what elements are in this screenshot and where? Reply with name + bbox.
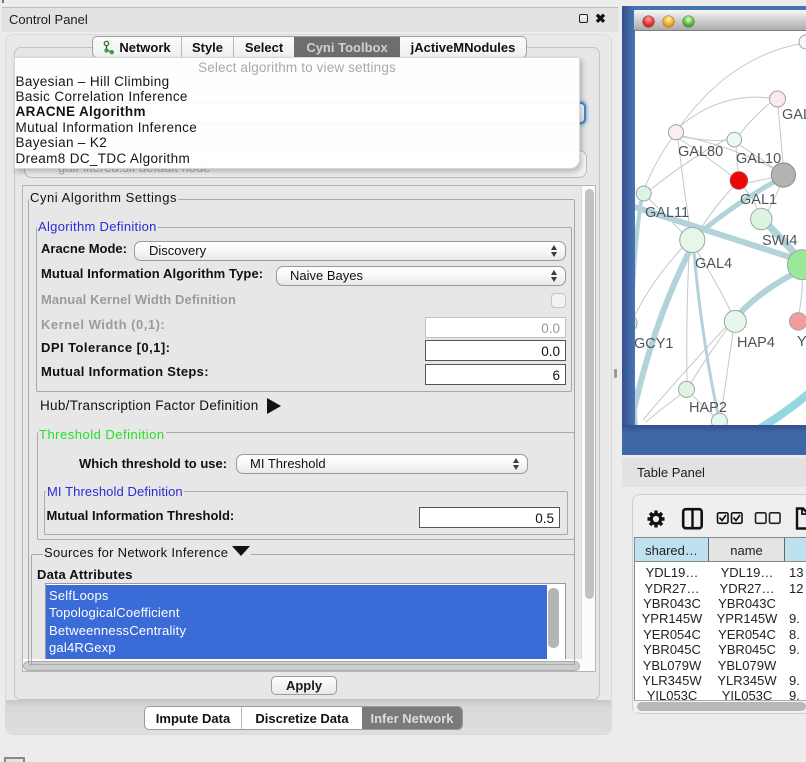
svg-text:HAP2: HAP2 [689, 400, 727, 416]
svg-text:GAL1: GAL1 [740, 192, 777, 208]
svg-text:GAL10: GAL10 [736, 151, 781, 167]
svg-text:Y: Y [797, 334, 806, 350]
svg-text:GAL2: GAL2 [782, 107, 806, 123]
svg-text:GCY1: GCY1 [635, 336, 674, 352]
svg-text:HAP4: HAP4 [737, 335, 775, 351]
svg-text:SWI4: SWI4 [762, 233, 797, 249]
svg-text:GAL11: GAL11 [645, 205, 689, 221]
svg-text:GAL80: GAL80 [678, 144, 723, 160]
svg-text:GAL4: GAL4 [695, 256, 732, 272]
